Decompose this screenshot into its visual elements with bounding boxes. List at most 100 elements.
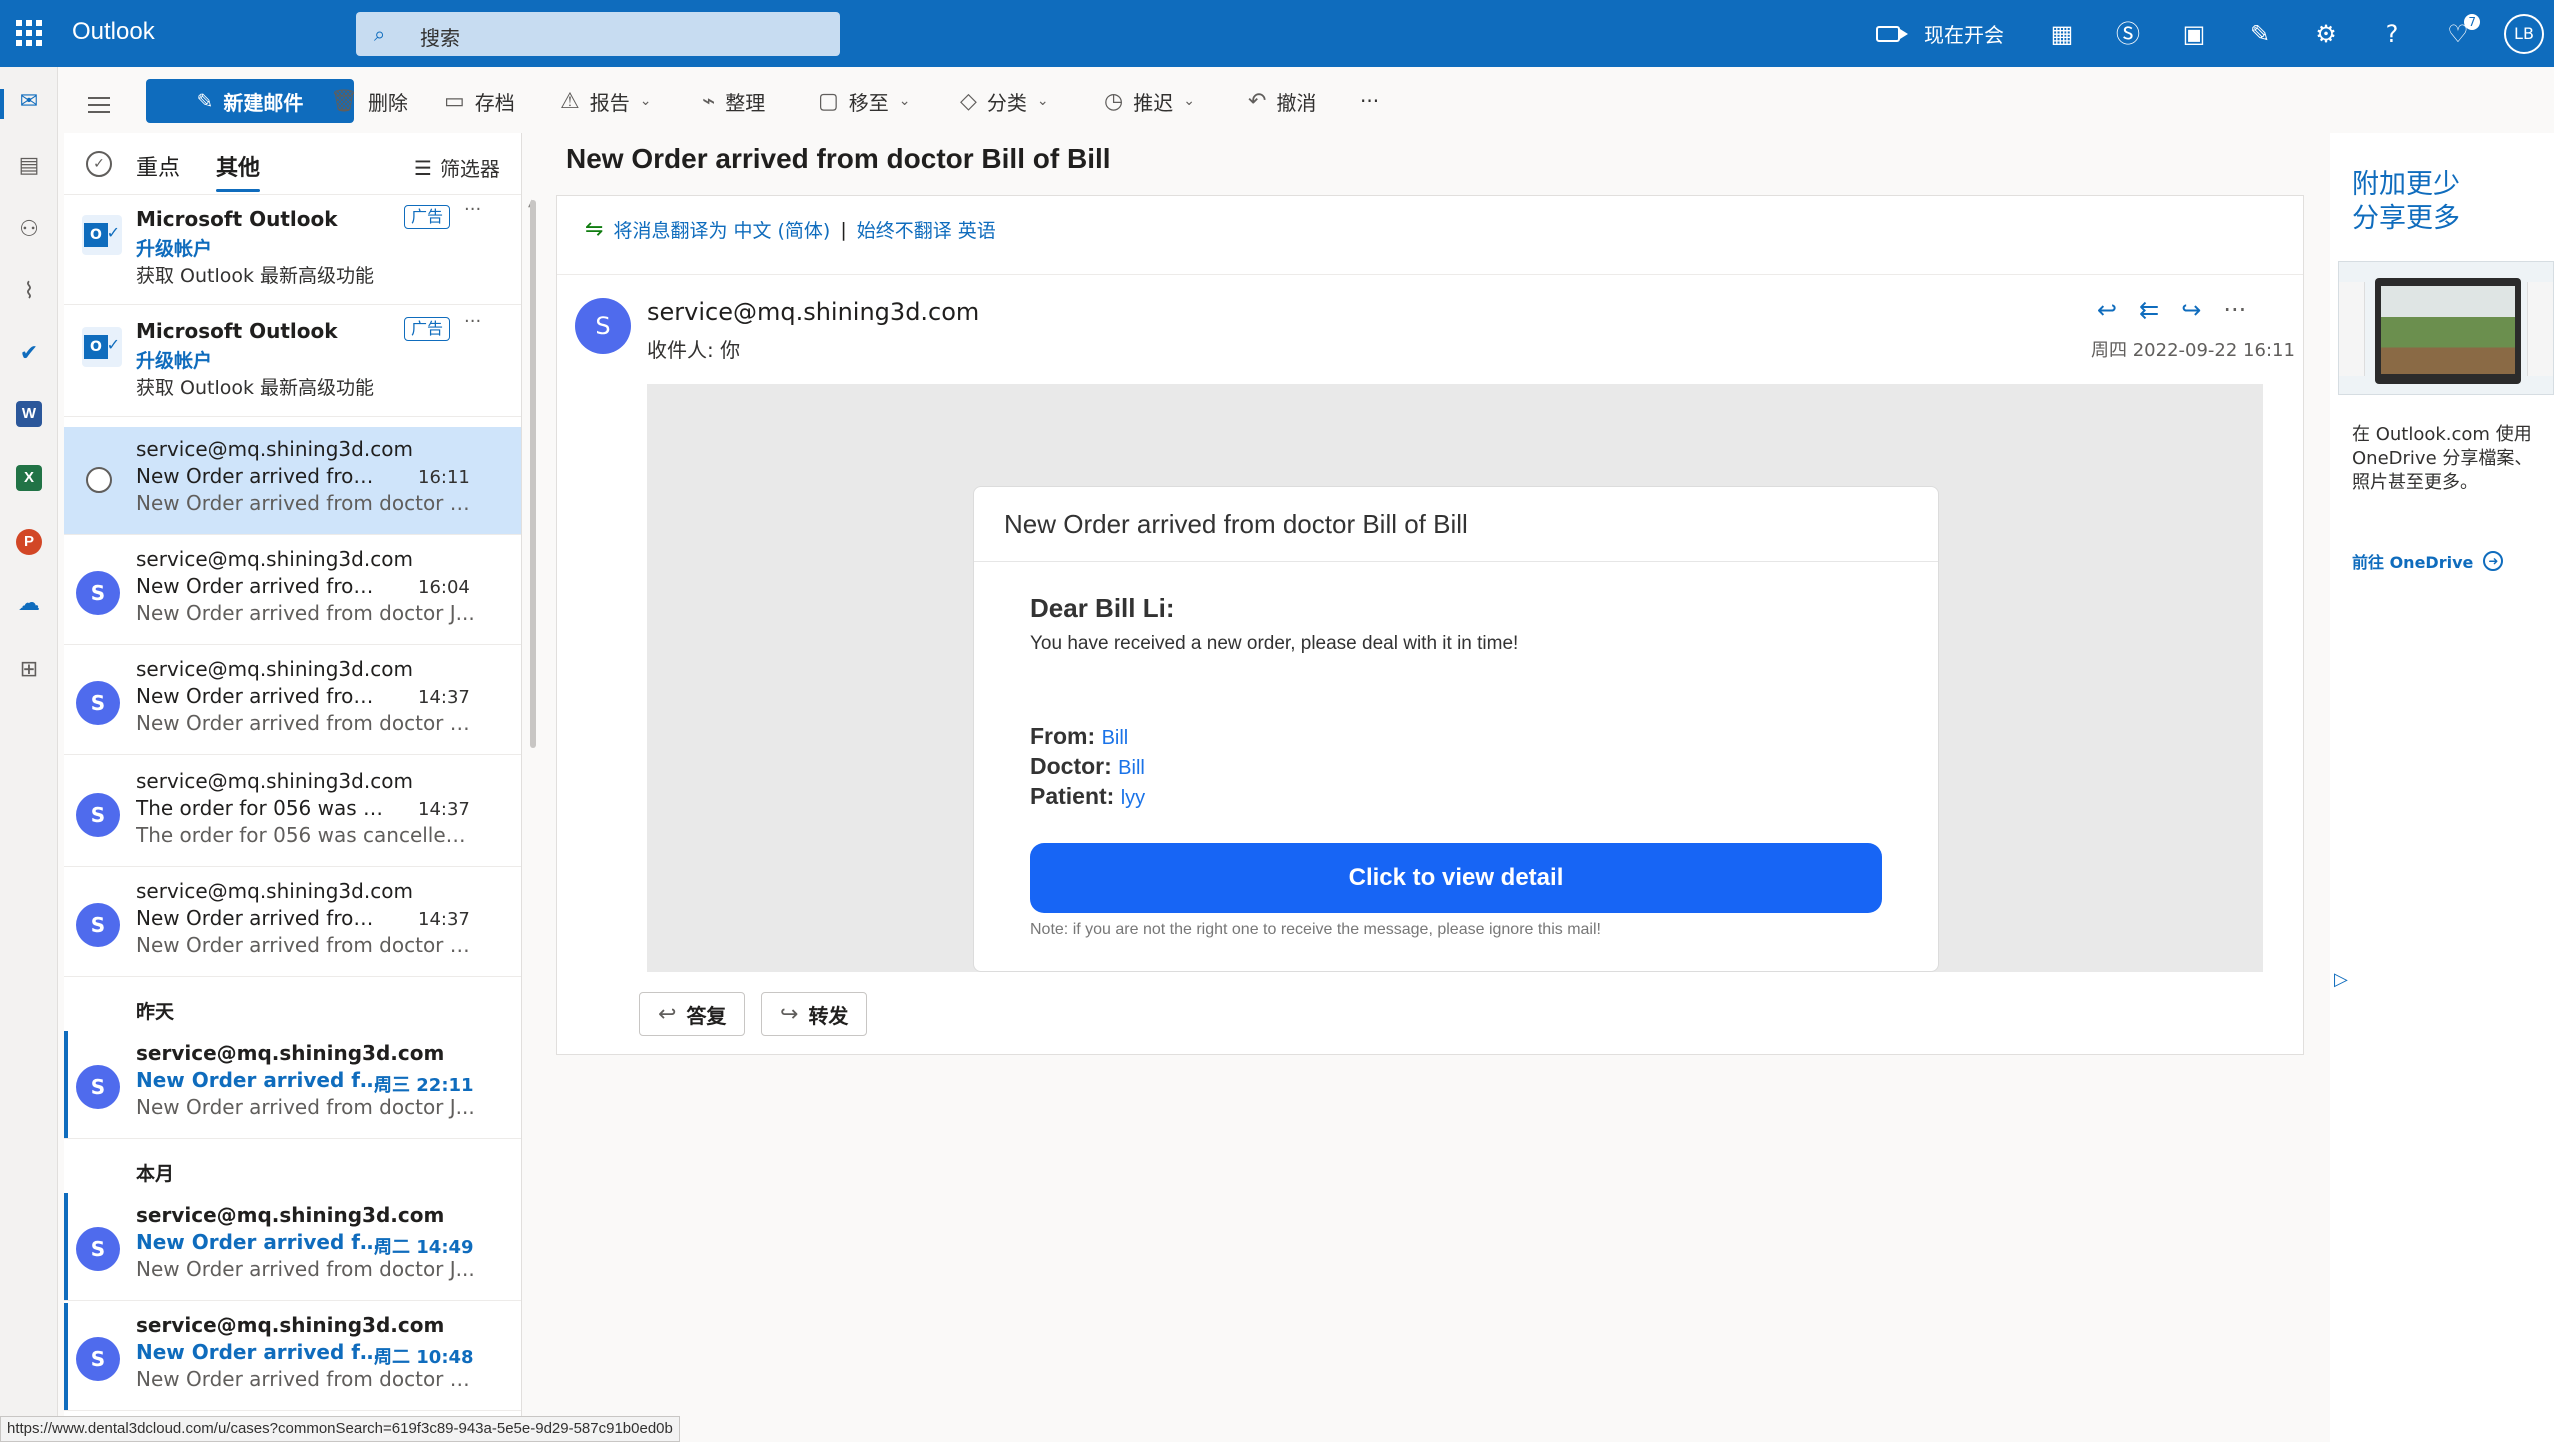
never-translate-link[interactable]: 始终不翻译 英语 bbox=[857, 216, 996, 243]
sender-avatar[interactable]: S bbox=[575, 298, 631, 354]
arrow-right-icon: ➜ bbox=[2483, 551, 2504, 571]
search-icon: ⌕ bbox=[374, 22, 386, 46]
ad-description: 获取 Outlook 最新高级功能 bbox=[136, 265, 375, 287]
move-to-button[interactable]: ▢ 移至 ⌄ bbox=[818, 79, 911, 123]
word-icon[interactable]: W bbox=[14, 399, 44, 429]
adchoices-icon[interactable]: ▷ bbox=[2334, 969, 2348, 990]
avatar: S bbox=[76, 571, 120, 615]
app-launcher-icon[interactable] bbox=[16, 20, 42, 46]
tab-other[interactable]: 其他 bbox=[216, 150, 261, 192]
more-actions-icon[interactable]: ··· bbox=[2223, 296, 2246, 324]
reply-all-icon[interactable]: ⇇ bbox=[2139, 296, 2159, 324]
onedrive-cloud-icon[interactable]: ☁ bbox=[14, 589, 44, 619]
todo-check-icon[interactable]: ✔ bbox=[14, 339, 44, 369]
email-note: Note: if you are not the right one to re… bbox=[1030, 921, 1601, 938]
select-radio[interactable] bbox=[86, 467, 112, 493]
ad-item[interactable]: Microsoft Outlook 升级帐户 获取 Outlook 最新高级功能… bbox=[64, 309, 521, 417]
item-subject: New Order arrived fr... bbox=[136, 1230, 386, 1254]
list-item[interactable]: S service@mq.shining3d.com New Order arr… bbox=[64, 537, 521, 645]
skype-icon[interactable]: Ⓢ bbox=[2112, 18, 2144, 50]
item-subject: New Order arrived from doctor J bbox=[136, 574, 386, 598]
calendar-icon[interactable]: ▤ bbox=[14, 151, 44, 181]
new-mail-label: 新建邮件 bbox=[223, 90, 304, 115]
trash-icon: 🗑 bbox=[330, 88, 358, 114]
item-time: 周二 10:48 bbox=[374, 1347, 474, 1368]
more-commands-button[interactable]: ··· bbox=[1360, 79, 1379, 123]
more-apps-icon[interactable]: ⊞ bbox=[14, 655, 44, 685]
hamburger-menu-icon[interactable] bbox=[88, 97, 110, 118]
tab-focused[interactable]: 重点 bbox=[136, 150, 180, 182]
list-item[interactable]: service@mq.shining3d.com New Order arriv… bbox=[64, 427, 521, 535]
translate-link[interactable]: 将消息翻译为 中文 (简体) bbox=[613, 216, 830, 243]
warning-icon: ⚠ bbox=[560, 88, 580, 114]
onedrive-link[interactable]: 前往 OneDrive ➜ bbox=[2352, 549, 2504, 573]
chevron-down-icon: ⌄ bbox=[1183, 93, 1195, 109]
report-label: 报告 bbox=[589, 90, 630, 115]
list-item[interactable]: S service@mq.shining3d.com New Order arr… bbox=[64, 1303, 521, 1411]
ad-image[interactable] bbox=[2338, 261, 2554, 395]
list-scrollbar[interactable] bbox=[530, 200, 536, 748]
office-icon[interactable]: ▣ bbox=[2178, 18, 2210, 50]
categorize-button[interactable]: ◇ 分类 ⌄ bbox=[960, 79, 1049, 123]
ad-title: Microsoft Outlook bbox=[136, 319, 338, 343]
snooze-button[interactable]: ◷ 推迟 ⌄ bbox=[1104, 79, 1195, 123]
apps-grid-icon[interactable]: ▦ bbox=[2046, 18, 2078, 50]
search-box[interactable]: ⌕ 搜索 bbox=[356, 12, 840, 56]
list-item[interactable]: S service@mq.shining3d.com The order for… bbox=[64, 759, 521, 867]
patient-value[interactable]: lyy bbox=[1121, 787, 1145, 809]
item-preview: New Order arrived from doctor J... bbox=[136, 1095, 475, 1119]
meet-now-button[interactable]: 现在开会 bbox=[1876, 0, 2004, 67]
account-avatar[interactable]: LB bbox=[2504, 14, 2544, 54]
from-value[interactable]: Bill bbox=[1102, 727, 1129, 749]
message-list: ✓ 重点 其他 ☰ 筛选器 Microsoft Outlook 升级帐户 获取 O… bbox=[64, 133, 522, 1442]
select-all-checkbox[interactable]: ✓ bbox=[86, 151, 112, 177]
list-item[interactable]: S service@mq.shining3d.com New Order arr… bbox=[64, 647, 521, 755]
sweep-button[interactable]: ⌁ 整理 bbox=[702, 79, 765, 123]
reply-button[interactable]: ↩ 答复 bbox=[639, 992, 746, 1036]
view-detail-button[interactable]: Click to view detail bbox=[1030, 843, 1882, 913]
item-sender: service@mq.shining3d.com bbox=[136, 879, 413, 903]
forward-icon[interactable]: ↪ bbox=[2181, 296, 2201, 324]
sender-address[interactable]: service@mq.shining3d.com bbox=[647, 298, 979, 326]
help-icon[interactable]: ? bbox=[2376, 18, 2408, 50]
outlook-logo-icon bbox=[82, 215, 122, 255]
ad-text: 在 Outlook.com 使用 OneDrive 分享檔案、照片甚至更多。 bbox=[2352, 424, 2533, 493]
divider bbox=[557, 274, 2303, 275]
reply-icon[interactable]: ↩ bbox=[2097, 296, 2117, 324]
list-item[interactable]: S service@mq.shining3d.com New Order arr… bbox=[64, 869, 521, 977]
undo-button[interactable]: ↶ 撤消 bbox=[1248, 79, 1316, 123]
mail-icon[interactable]: ✉ bbox=[14, 87, 44, 117]
filter-label: 筛选器 bbox=[439, 157, 500, 181]
message-body: New Order arrived from doctor Bill of Bi… bbox=[647, 384, 2263, 972]
translate-separator: | bbox=[840, 218, 847, 241]
new-mail-button[interactable]: ✎ 新建邮件 bbox=[146, 79, 354, 123]
ad-more-button[interactable]: ··· bbox=[464, 311, 481, 332]
whats-new-icon[interactable]: ♡ 7 bbox=[2442, 14, 2480, 50]
report-button[interactable]: ⚠ 报告 ⌄ bbox=[560, 79, 651, 123]
item-sender: service@mq.shining3d.com bbox=[136, 657, 413, 681]
ad-more-button[interactable]: ··· bbox=[464, 199, 481, 220]
item-preview: New Order arrived from doctor J... bbox=[136, 1257, 475, 1281]
forward-button[interactable]: ↪ 转发 bbox=[761, 992, 868, 1036]
people-icon[interactable]: ⚇ bbox=[14, 215, 44, 245]
app-name[interactable]: Outlook bbox=[72, 18, 155, 46]
snooze-label: 推迟 bbox=[1133, 90, 1174, 115]
ad-headline[interactable]: 附加更少 分享更多 bbox=[2352, 167, 2460, 235]
archive-label: 存档 bbox=[474, 90, 515, 115]
archive-button[interactable]: ▭ 存档 bbox=[444, 79, 515, 123]
list-item[interactable]: S service@mq.shining3d.com New Order arr… bbox=[64, 1193, 521, 1301]
excel-icon[interactable]: X bbox=[14, 463, 44, 493]
feedback-icon[interactable]: ✎ bbox=[2244, 18, 2276, 50]
powerpoint-icon[interactable]: P bbox=[14, 527, 44, 557]
onedrive-link-label: 前往 OneDrive bbox=[2352, 553, 2474, 572]
doctor-value[interactable]: Bill bbox=[1118, 757, 1145, 779]
settings-gear-icon[interactable]: ⚙ bbox=[2310, 18, 2342, 50]
filter-button[interactable]: ☰ 筛选器 bbox=[414, 153, 500, 182]
ad-item[interactable]: Microsoft Outlook 升级帐户 获取 Outlook 最新高级功能… bbox=[64, 197, 521, 305]
attachment-icon[interactable]: ⌇ bbox=[14, 277, 44, 307]
avatar: S bbox=[76, 1337, 120, 1381]
status-url: https://www.dental3dcloud.com/u/cases?co… bbox=[0, 1416, 680, 1442]
avatar: S bbox=[76, 1065, 120, 1109]
delete-button[interactable]: 🗑 删除 bbox=[330, 79, 408, 123]
list-item[interactable]: S service@mq.shining3d.com New Order arr… bbox=[64, 1031, 521, 1139]
